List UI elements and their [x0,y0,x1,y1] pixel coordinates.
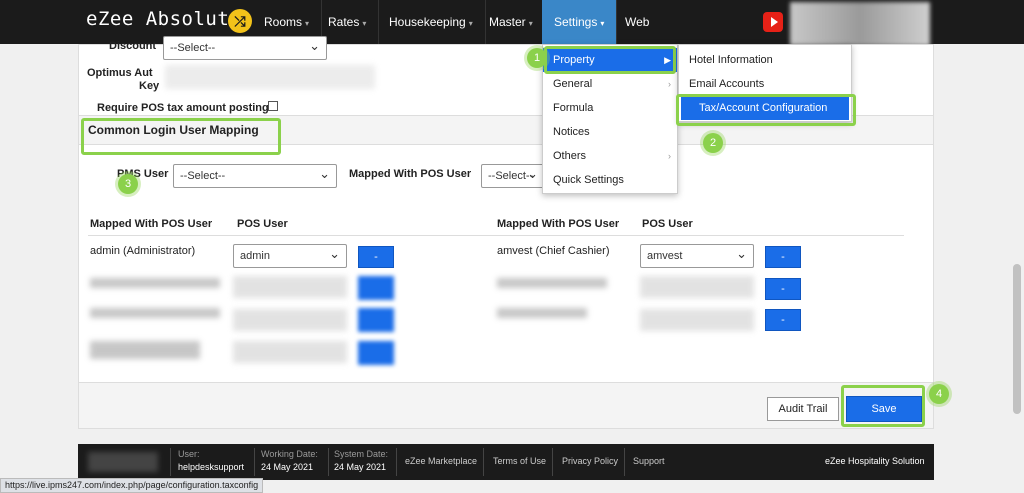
top-nav-bar: eZee Absolute ⤮ Rooms ▾ Rates ▾ Housekeepi… [0,0,1024,46]
blurred-pos-select[interactable] [233,341,347,363]
nav-web[interactable]: Web [613,0,661,44]
optimus-label: Optimus Aut [87,67,153,79]
action-bar: Audit Trail Save [79,382,933,428]
blurred-user [90,308,220,318]
blurred-button[interactable] [358,276,394,300]
footer-divider [170,448,171,476]
blurred-button[interactable] [358,341,394,365]
footer-link-privacy[interactable]: Privacy Policy [562,456,618,466]
highlight-property [544,46,676,74]
blurred-user [497,308,587,318]
blurred-user [90,278,220,288]
remove-mapping-button[interactable]: - [358,246,394,268]
require-pos-label: Require POS tax amount posting? [97,102,276,114]
col-mapped-left: Mapped With POS User [90,218,213,230]
highlight-section-title [81,118,281,155]
footer-link-marketplace[interactable]: eZee Marketplace [405,456,477,466]
blurred-user [90,341,200,359]
pos-user-select[interactable]: admin [233,244,347,268]
col-pos-left: POS User [237,218,288,230]
nav-master[interactable]: Master ▾ [477,0,546,44]
footer-divider [254,448,255,476]
mapped-pos-label: Mapped With POS User [349,168,472,180]
footer-divider [552,448,553,476]
menu-item-quick-settings[interactable]: Quick Settings [543,168,677,192]
browser-status-url: https://live.ipms247.com/index.php/page/… [0,478,264,493]
blurred-pos-select[interactable] [233,276,347,298]
footer-logo-blurred [88,452,158,472]
menu-item-formula[interactable]: Formula [543,96,677,120]
footer-divider [328,448,329,476]
blurred-pos-select[interactable] [640,276,754,298]
submenu-email-accounts[interactable]: Email Accounts [679,72,851,96]
table-row-user: amvest (Chief Cashier) [497,245,610,257]
footer-brand: eZee Hospitality Solution [825,456,925,466]
step-badge-3: 3 [118,174,138,194]
submenu-hotel-information[interactable]: Hotel Information [679,48,851,72]
col-pos-right: POS User [642,218,693,230]
step-badge-4: 4 [929,384,949,404]
highlight-save [841,385,925,427]
table-divider [88,235,904,236]
mapped-pos-select[interactable]: --Select-- [481,164,545,188]
remove-mapping-button[interactable]: - [765,309,801,331]
nav-housekeeping[interactable]: Housekeeping ▾ [377,0,486,44]
footer-user: User: helpdesksupport [178,449,245,472]
audit-trail-button[interactable]: Audit Trail [767,397,839,421]
footer-link-support[interactable]: Support [633,456,665,466]
scrollbar-thumb[interactable] [1013,264,1021,414]
footer-divider [396,448,397,476]
remove-mapping-button[interactable]: - [765,246,801,268]
menu-item-notices[interactable]: Notices [543,120,677,144]
blurred-pos-select[interactable] [640,309,754,331]
optimus-key-field[interactable] [165,65,375,89]
shuffle-icon: ⤮ [228,9,252,33]
page-scrollbar[interactable] [1010,44,1024,493]
step-badge-1: 1 [527,48,547,68]
footer-system-date: System Date: 24 May 2021 [334,449,389,472]
menu-item-others[interactable]: Others › [543,144,677,168]
col-mapped-right: Mapped With POS User [497,218,620,230]
discount-label: Discount [109,40,157,52]
require-pos-checkbox[interactable] [268,101,278,111]
remove-mapping-button[interactable]: - [765,278,801,300]
footer-divider [483,448,484,476]
footer: User: helpdesksupport Working Date: 24 May… [78,444,934,480]
footer-link-terms[interactable]: Terms of Use [493,456,546,466]
step-badge-2: 2 [703,133,723,153]
menu-item-general[interactable]: General › [543,72,677,96]
blurred-pos-select[interactable] [233,309,347,331]
app-logo[interactable]: eZee Absolute [86,8,241,30]
footer-divider [624,448,625,476]
blurred-user [497,278,607,288]
pms-user-select[interactable]: --Select-- [173,164,337,188]
youtube-icon[interactable] [763,12,783,32]
blurred-button[interactable] [358,308,394,332]
discount-select[interactable]: --Select-- [163,36,327,60]
footer-working-date: Working Date: 24 May 2021 [261,449,318,472]
nav-settings[interactable]: Settings ▾ [542,0,618,44]
table-row-user: admin (Administrator) [90,245,196,257]
pos-user-select[interactable]: amvest [640,244,754,268]
highlight-tax-config [676,94,856,126]
optimus-key-label: Key [139,80,160,92]
user-menu-blurred[interactable] [790,2,930,46]
